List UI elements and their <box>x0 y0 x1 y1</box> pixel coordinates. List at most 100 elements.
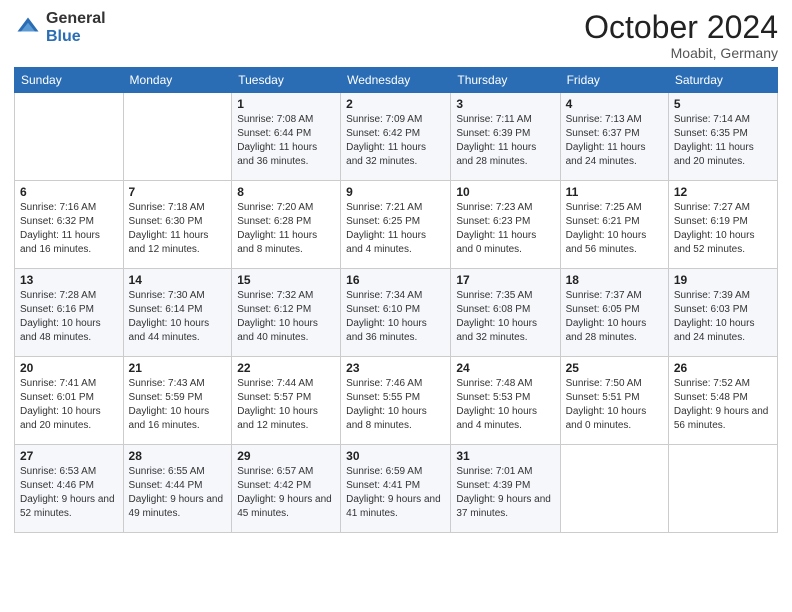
day-number: 22 <box>237 361 335 375</box>
day-number: 27 <box>20 449 118 463</box>
weekday-header-saturday: Saturday <box>668 68 777 93</box>
day-number: 12 <box>674 185 772 199</box>
day-detail: Sunrise: 6:57 AMSunset: 4:42 PMDaylight:… <box>237 465 335 521</box>
calendar-cell: 5Sunrise: 7:14 AMSunset: 6:35 PMDaylight… <box>668 93 777 181</box>
calendar-cell: 6Sunrise: 7:16 AMSunset: 6:32 PMDaylight… <box>15 181 124 269</box>
calendar-cell: 22 Sunrise: 7:44 AMSunset: 5:57 PMDayligh… <box>232 357 341 445</box>
day-detail: Sunrise: 7:16 AMSunset: 6:32 PMDaylight:… <box>20 201 118 257</box>
calendar-week-2: 6Sunrise: 7:16 AMSunset: 6:32 PMDaylight… <box>15 181 778 269</box>
day-detail: Sunrise: 6:55 AMSunset: 4:44 PMDaylight:… <box>129 465 227 521</box>
day-detail: Sunrise: 7:44 AMSunset: 5:57 PMDaylight:… <box>237 377 335 433</box>
calendar-cell: 21 Sunrise: 7:43 AMSunset: 5:59 PMDayligh… <box>123 357 232 445</box>
day-detail: Sunrise: 6:59 AMSunset: 4:41 PMDaylight:… <box>346 465 445 521</box>
weekday-header-tuesday: Tuesday <box>232 68 341 93</box>
day-detail: Sunrise: 7:11 AMSunset: 6:39 PMDaylight:… <box>456 113 554 169</box>
day-number: 7 <box>129 185 227 199</box>
day-number: 11 <box>566 185 663 199</box>
calendar-cell: 18 Sunrise: 7:37 AMSunset: 6:05 PMDayligh… <box>560 269 668 357</box>
calendar-cell: 12 Sunrise: 7:27 AMSunset: 6:19 PMDayligh… <box>668 181 777 269</box>
day-detail: Sunrise: 7:46 AMSunset: 5:55 PMDaylight:… <box>346 377 445 433</box>
calendar-cell: 31 Sunrise: 7:01 AMSunset: 4:39 PMDayligh… <box>451 445 560 533</box>
day-detail: Sunrise: 7:48 AMSunset: 5:53 PMDaylight:… <box>456 377 554 433</box>
day-detail: Sunrise: 7:52 AMSunset: 5:48 PMDaylight:… <box>674 377 772 433</box>
calendar-cell: 19 Sunrise: 7:39 AMSunset: 6:03 PMDayligh… <box>668 269 777 357</box>
weekday-header-thursday: Thursday <box>451 68 560 93</box>
day-number: 8 <box>237 185 335 199</box>
day-number: 16 <box>346 273 445 287</box>
day-detail: Sunrise: 7:27 AMSunset: 6:19 PMDaylight:… <box>674 201 772 257</box>
day-detail: Sunrise: 7:14 AMSunset: 6:35 PMDaylight:… <box>674 113 772 169</box>
calendar-cell: 8 Sunrise: 7:20 AMSunset: 6:28 PMDaylight… <box>232 181 341 269</box>
calendar-cell: 15 Sunrise: 7:32 AMSunset: 6:12 PMDayligh… <box>232 269 341 357</box>
day-number: 15 <box>237 273 335 287</box>
logo-icon <box>14 14 42 42</box>
weekday-header-monday: Monday <box>123 68 232 93</box>
day-detail: Sunrise: 6:53 AMSunset: 4:46 PMDaylight:… <box>20 465 118 521</box>
day-number: 9 <box>346 185 445 199</box>
day-number: 1 <box>237 97 335 111</box>
calendar-cell: 28 Sunrise: 6:55 AMSunset: 4:44 PMDayligh… <box>123 445 232 533</box>
day-detail: Sunrise: 7:41 AMSunset: 6:01 PMDaylight:… <box>20 377 118 433</box>
calendar-cell: 16Sunrise: 7:34 AMSunset: 6:10 PMDayligh… <box>341 269 451 357</box>
day-number: 29 <box>237 449 335 463</box>
calendar-cell: 23 Sunrise: 7:46 AMSunset: 5:55 PMDayligh… <box>341 357 451 445</box>
calendar-week-1: 1 Sunrise: 7:08 AMSunset: 6:44 PMDaylight… <box>15 93 778 181</box>
day-detail: Sunrise: 7:37 AMSunset: 6:05 PMDaylight:… <box>566 289 663 345</box>
day-detail: Sunrise: 7:28 AMSunset: 6:16 PMDaylight:… <box>20 289 118 345</box>
day-number: 26 <box>674 361 772 375</box>
calendar-cell: 30 Sunrise: 6:59 AMSunset: 4:41 PMDayligh… <box>341 445 451 533</box>
calendar-cell: 10 Sunrise: 7:23 AMSunset: 6:23 PMDayligh… <box>451 181 560 269</box>
day-number: 19 <box>674 273 772 287</box>
calendar-cell: 3 Sunrise: 7:11 AMSunset: 6:39 PMDaylight… <box>451 93 560 181</box>
calendar-week-3: 13Sunrise: 7:28 AMSunset: 6:16 PMDayligh… <box>15 269 778 357</box>
calendar-cell: 11 Sunrise: 7:25 AMSunset: 6:21 PMDayligh… <box>560 181 668 269</box>
day-number: 10 <box>456 185 554 199</box>
day-detail: Sunrise: 7:09 AMSunset: 6:42 PMDaylight:… <box>346 113 445 169</box>
day-detail: Sunrise: 7:25 AMSunset: 6:21 PMDaylight:… <box>566 201 663 257</box>
logo-general-text: General <box>46 10 106 28</box>
day-detail: Sunrise: 7:08 AMSunset: 6:44 PMDaylight:… <box>237 113 335 169</box>
calendar-cell: 27 Sunrise: 6:53 AMSunset: 4:46 PMDayligh… <box>15 445 124 533</box>
day-detail: Sunrise: 7:18 AMSunset: 6:30 PMDaylight:… <box>129 201 227 257</box>
day-number: 17 <box>456 273 554 287</box>
day-detail: Sunrise: 7:01 AMSunset: 4:39 PMDaylight:… <box>456 465 554 521</box>
day-detail: Sunrise: 7:23 AMSunset: 6:23 PMDaylight:… <box>456 201 554 257</box>
day-number: 14 <box>129 273 227 287</box>
day-number: 21 <box>129 361 227 375</box>
day-detail: Sunrise: 7:21 AMSunset: 6:25 PMDaylight:… <box>346 201 445 257</box>
logo-text: General Blue <box>46 10 106 45</box>
weekday-header-wednesday: Wednesday <box>341 68 451 93</box>
location: Moabit, Germany <box>584 45 778 61</box>
header: General Blue October 2024 Moabit, German… <box>14 10 778 61</box>
day-detail: Sunrise: 7:35 AMSunset: 6:08 PMDaylight:… <box>456 289 554 345</box>
calendar-cell <box>123 93 232 181</box>
day-number: 24 <box>456 361 554 375</box>
day-number: 23 <box>346 361 445 375</box>
day-detail: Sunrise: 7:50 AMSunset: 5:51 PMDaylight:… <box>566 377 663 433</box>
day-number: 3 <box>456 97 554 111</box>
day-number: 20 <box>20 361 118 375</box>
month-title: October 2024 <box>584 10 778 45</box>
day-detail: Sunrise: 7:39 AMSunset: 6:03 PMDaylight:… <box>674 289 772 345</box>
weekday-header-row: SundayMondayTuesdayWednesdayThursdayFrid… <box>15 68 778 93</box>
day-number: 4 <box>566 97 663 111</box>
day-number: 28 <box>129 449 227 463</box>
weekday-header-sunday: Sunday <box>15 68 124 93</box>
calendar-cell: 24 Sunrise: 7:48 AMSunset: 5:53 PMDayligh… <box>451 357 560 445</box>
day-number: 31 <box>456 449 554 463</box>
day-detail: Sunrise: 7:43 AMSunset: 5:59 PMDaylight:… <box>129 377 227 433</box>
calendar-cell: 4Sunrise: 7:13 AMSunset: 6:37 PMDaylight… <box>560 93 668 181</box>
logo-blue-text: Blue <box>46 28 106 46</box>
day-number: 18 <box>566 273 663 287</box>
day-detail: Sunrise: 7:20 AMSunset: 6:28 PMDaylight:… <box>237 201 335 257</box>
calendar-cell <box>560 445 668 533</box>
calendar-week-4: 20 Sunrise: 7:41 AMSunset: 6:01 PMDayligh… <box>15 357 778 445</box>
day-number: 30 <box>346 449 445 463</box>
calendar-cell: 7 Sunrise: 7:18 AMSunset: 6:30 PMDaylight… <box>123 181 232 269</box>
day-detail: Sunrise: 7:32 AMSunset: 6:12 PMDaylight:… <box>237 289 335 345</box>
calendar-cell: 14Sunrise: 7:30 AMSunset: 6:14 PMDayligh… <box>123 269 232 357</box>
calendar-cell: 9 Sunrise: 7:21 AMSunset: 6:25 PMDaylight… <box>341 181 451 269</box>
calendar-cell: 26 Sunrise: 7:52 AMSunset: 5:48 PMDayligh… <box>668 357 777 445</box>
calendar-cell: 17 Sunrise: 7:35 AMSunset: 6:08 PMDayligh… <box>451 269 560 357</box>
calendar-cell: 2Sunrise: 7:09 AMSunset: 6:42 PMDaylight… <box>341 93 451 181</box>
